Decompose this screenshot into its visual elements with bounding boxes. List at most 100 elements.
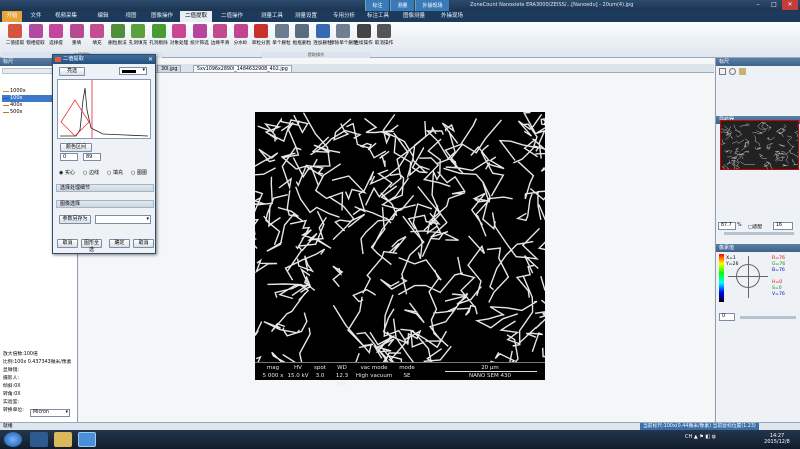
smooth-icon xyxy=(213,24,227,38)
add-delete-icon xyxy=(315,24,330,38)
dialog-button-3[interactable]: 取消 xyxy=(133,239,154,248)
filter-icon xyxy=(192,24,207,38)
menu-5[interactable]: 图像操作 xyxy=(146,11,178,22)
folder-icon[interactable] xyxy=(739,68,746,75)
range-max-input[interactable]: 89 xyxy=(83,153,101,161)
menu-6[interactable]: 二值提取 xyxy=(180,11,212,22)
close-button[interactable]: ✕ xyxy=(782,0,798,10)
color-range-button[interactable]: 颜色区间 xyxy=(60,143,92,152)
info-line: 放大倍数:100倍 xyxy=(3,352,38,357)
sem-label: vac mode xyxy=(360,365,388,371)
mode-radio[interactable]: ◉ 实心 xyxy=(59,169,75,176)
zoom-unit: % xyxy=(737,223,742,228)
square-icon[interactable] xyxy=(719,68,726,75)
save-params-button[interactable]: 参数另存为 xyxy=(59,215,91,224)
context-tab-annotate[interactable]: 标注 xyxy=(365,0,389,11)
fit-checkbox[interactable]: □适配 xyxy=(748,223,762,230)
section-image-select[interactable]: 图像选择 xyxy=(56,200,154,208)
range-min-input[interactable]: 0 xyxy=(60,153,78,161)
menu-10[interactable]: 专用分析 xyxy=(328,11,360,22)
ie-icon[interactable] xyxy=(30,432,48,447)
minimize-button[interactable]: – xyxy=(750,0,766,10)
menu-11[interactable]: 标注工具 xyxy=(362,11,394,22)
dialog-button-2[interactable]: 确定 xyxy=(109,239,130,248)
tray-icons: CH ▲ ⚑ ◧ ◍ xyxy=(685,434,717,440)
zoom-input[interactable]: 87.7 xyxy=(718,222,736,230)
tool-cancel-op-button[interactable]: 取消操作 xyxy=(371,24,397,56)
circle-icon[interactable] xyxy=(729,68,736,75)
context-tab-measure[interactable]: 测量 xyxy=(390,0,414,11)
unit-value: Micron xyxy=(33,410,49,415)
menu-1[interactable]: 文件 xyxy=(24,11,48,22)
menu-3[interactable]: 编辑 xyxy=(90,11,116,22)
unit-select[interactable]: Micron ▾ xyxy=(30,409,70,417)
dialog-title: 二值提取 xyxy=(53,55,155,64)
start-button[interactable] xyxy=(4,432,22,447)
tab-doc-1[interactable]: 30l.jpg xyxy=(157,65,182,73)
mode-button[interactable]: 亮选 xyxy=(59,67,85,76)
ruler-color-swatch xyxy=(3,98,9,99)
sem-label: WD xyxy=(337,365,347,371)
pixel-readout: X=1 xyxy=(726,256,736,261)
color-select[interactable]: ▾ xyxy=(119,67,147,75)
menu-2[interactable]: 视频采集 xyxy=(50,11,82,22)
radio-label: 图图 xyxy=(136,170,147,176)
ruler-label: 500x xyxy=(10,109,23,115)
info-line: 实验室: xyxy=(3,400,20,405)
maximize-button[interactable]: □ xyxy=(766,0,782,10)
dialog-button-0[interactable]: 取消 xyxy=(57,239,78,248)
binary-extract-dialog: 二值提取 ✕ 亮选 ▾ 颜色区间 0 89 ◉ 实心 ○ 边线 ○ 填充 ○ 图图 选… xyxy=(52,54,156,254)
histogram-plot xyxy=(60,80,149,138)
pixel-readout: V=76 xyxy=(772,292,785,297)
pixel-readout: H=0 xyxy=(772,280,783,285)
sem-value: High vacuum xyxy=(355,373,393,379)
section-processing[interactable]: 选择处理细节 xyxy=(56,184,154,192)
menu-4[interactable]: 视图 xyxy=(118,11,144,22)
menu-12[interactable]: 图像测量 xyxy=(398,11,430,22)
menu-7[interactable]: 二值操作 xyxy=(216,11,248,22)
radio-label: 实心 xyxy=(64,170,75,176)
params-select[interactable]: ▾ xyxy=(95,215,151,224)
pixel-slider[interactable] xyxy=(740,316,796,319)
pixel-slider-input[interactable]: 0 xyxy=(719,313,735,321)
close-icon[interactable]: ✕ xyxy=(148,56,153,63)
sem-value: 5 000 x xyxy=(262,373,284,379)
sem-image[interactable] xyxy=(255,112,545,380)
fill-icon xyxy=(90,24,104,38)
folder-icon[interactable] xyxy=(54,432,72,447)
mode-radio[interactable]: ○ 边线 xyxy=(83,169,99,176)
pixel-readout: Y=26 xyxy=(726,262,739,267)
info-line: 摄影人: xyxy=(3,376,20,381)
ruler-label: 100x xyxy=(10,95,23,101)
dialog-button-1[interactable]: 图形全选 xyxy=(81,239,102,253)
ruler-color-swatch xyxy=(3,91,9,92)
info-line: 显微镜: xyxy=(3,368,20,373)
clock-date: 2015/12/8 xyxy=(764,439,790,445)
context-tab-external[interactable]: 外操现场 xyxy=(415,0,449,11)
menu-8[interactable]: 测量工具 xyxy=(256,11,288,22)
sem-value: 12.3 mm xyxy=(335,373,349,387)
watershed-icon xyxy=(233,24,248,38)
info-line: 转角:0X xyxy=(3,392,21,397)
ruler-color-swatch xyxy=(3,105,9,106)
histogram[interactable] xyxy=(57,79,151,139)
hole-fill-icon xyxy=(131,24,145,38)
ruler-color-swatch xyxy=(3,112,9,113)
menu-13[interactable]: 外操现场 xyxy=(436,11,468,22)
app-taskbar-icon[interactable] xyxy=(78,432,96,447)
erase-icon xyxy=(336,24,350,38)
zoom-slider[interactable] xyxy=(724,232,794,235)
pixel-readout: G=76 xyxy=(772,262,786,267)
spinner-input[interactable]: 16 xyxy=(773,222,793,230)
tab-doc-2[interactable]: 5xv1096x2890l_1484632908_402.jpg xyxy=(193,65,292,73)
mode-radio[interactable]: ○ 填充 xyxy=(107,169,123,176)
menu-9[interactable]: 测量设置 xyxy=(290,11,322,22)
clock: 14:27 2015/12/8 xyxy=(762,433,792,445)
mode-radio[interactable]: ○ 图图 xyxy=(131,169,147,176)
hole-remove-icon xyxy=(151,24,166,38)
object-icon xyxy=(172,24,186,38)
navigator-thumbnail[interactable] xyxy=(716,120,800,174)
menu-0[interactable]: 开始 xyxy=(2,11,22,22)
lock-extract-icon xyxy=(28,24,43,38)
chevron-down-icon: ▾ xyxy=(65,410,68,415)
